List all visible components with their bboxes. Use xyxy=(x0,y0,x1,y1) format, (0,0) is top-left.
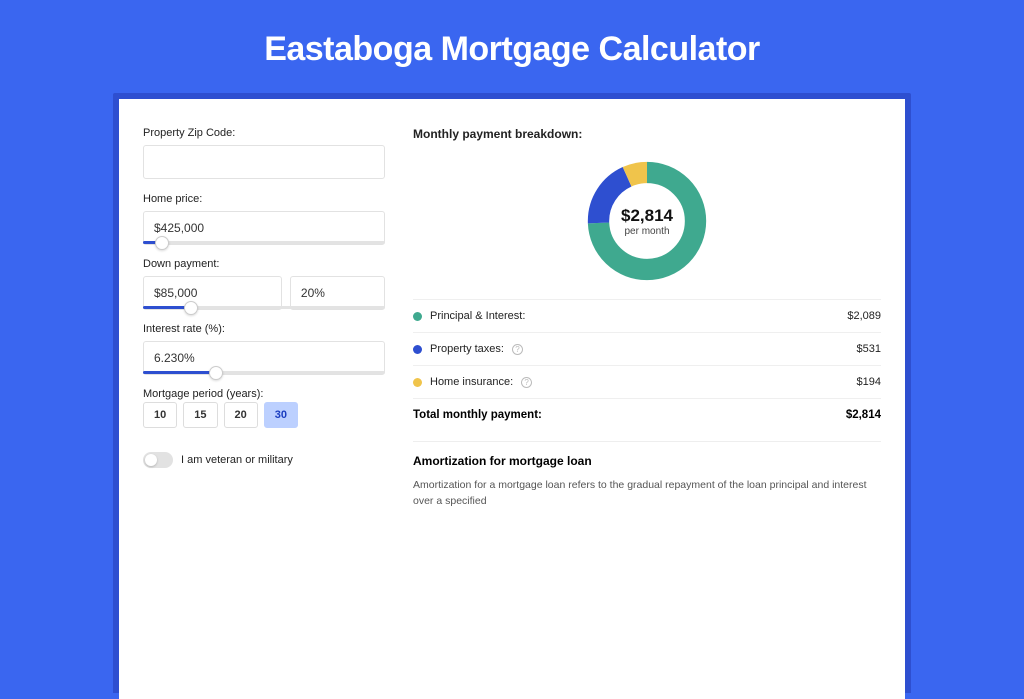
period-button-30[interactable]: 30 xyxy=(264,402,298,428)
interest-rate-field: Interest rate (%): xyxy=(143,323,385,374)
home-price-label: Home price: xyxy=(143,193,385,205)
legend-value: $2,089 xyxy=(847,310,881,322)
down-payment-field: Down payment: xyxy=(143,258,385,309)
legend-dot-icon xyxy=(413,378,422,387)
inputs-panel: Property Zip Code: Home price: Down paym… xyxy=(143,127,385,671)
period-button-15[interactable]: 15 xyxy=(183,402,217,428)
interest-rate-label: Interest rate (%): xyxy=(143,323,385,335)
mortgage-period-buttons: 1015 2030 xyxy=(143,402,385,428)
amortization-body: Amortization for a mortgage loan refers … xyxy=(413,478,881,510)
breakdown-panel: Monthly payment breakdown: $2,814 per mo… xyxy=(413,127,881,671)
divider xyxy=(413,441,881,442)
veteran-toggle-row: I am veteran or military xyxy=(143,452,385,468)
legend-dot-icon xyxy=(413,312,422,321)
zip-field: Property Zip Code: xyxy=(143,127,385,179)
down-payment-slider[interactable] xyxy=(143,306,385,309)
amortization-title: Amortization for mortgage loan xyxy=(413,454,881,468)
home-price-input[interactable] xyxy=(143,211,385,245)
interest-rate-slider[interactable] xyxy=(143,371,385,374)
mortgage-period-label: Mortgage period (years): xyxy=(143,388,385,400)
legend-row: Principal & Interest: $2,089 xyxy=(413,299,881,332)
veteran-toggle[interactable] xyxy=(143,452,173,468)
app-surface: Property Zip Code: Home price: Down paym… xyxy=(119,99,905,699)
help-icon[interactable]: ? xyxy=(512,344,523,355)
down-payment-label: Down payment: xyxy=(143,258,385,270)
home-price-field: Home price: xyxy=(143,193,385,244)
total-label: Total monthly payment: xyxy=(413,409,542,421)
mortgage-period-field: Mortgage period (years): 1015 2030 xyxy=(143,388,385,428)
legend-value: $194 xyxy=(857,376,881,388)
help-icon[interactable]: ? xyxy=(521,377,532,388)
zip-label: Property Zip Code: xyxy=(143,127,385,139)
legend-value: $531 xyxy=(857,343,881,355)
legend-row: Property taxes:? $531 xyxy=(413,332,881,365)
zip-input[interactable] xyxy=(143,145,385,179)
donut-chart: $2,814 per month xyxy=(413,157,881,285)
veteran-toggle-label: I am veteran or military xyxy=(181,454,293,466)
legend-dot-icon xyxy=(413,345,422,354)
page-title: Eastaboga Mortgage Calculator xyxy=(0,0,1024,93)
legend-label: Principal & Interest: xyxy=(430,310,525,322)
total-value: $2,814 xyxy=(846,409,881,421)
donut-amount: $2,814 xyxy=(621,206,673,226)
period-button-20[interactable]: 20 xyxy=(224,402,258,428)
period-button-10[interactable]: 10 xyxy=(143,402,177,428)
legend-label: Home insurance: xyxy=(430,376,513,388)
down-payment-percent-input[interactable] xyxy=(290,276,385,310)
breakdown-title: Monthly payment breakdown: xyxy=(413,127,881,141)
legend-label: Property taxes: xyxy=(430,343,504,355)
interest-rate-input[interactable] xyxy=(143,341,385,375)
down-payment-amount-input[interactable] xyxy=(143,276,282,310)
legend-row: Home insurance:? $194 xyxy=(413,365,881,398)
legend: Principal & Interest: $2,089 Property taxe… xyxy=(413,299,881,398)
home-price-slider[interactable] xyxy=(143,241,385,244)
total-row: Total monthly payment: $2,814 xyxy=(413,398,881,437)
donut-sub: per month xyxy=(624,226,669,237)
app-card: Property Zip Code: Home price: Down paym… xyxy=(113,93,911,693)
